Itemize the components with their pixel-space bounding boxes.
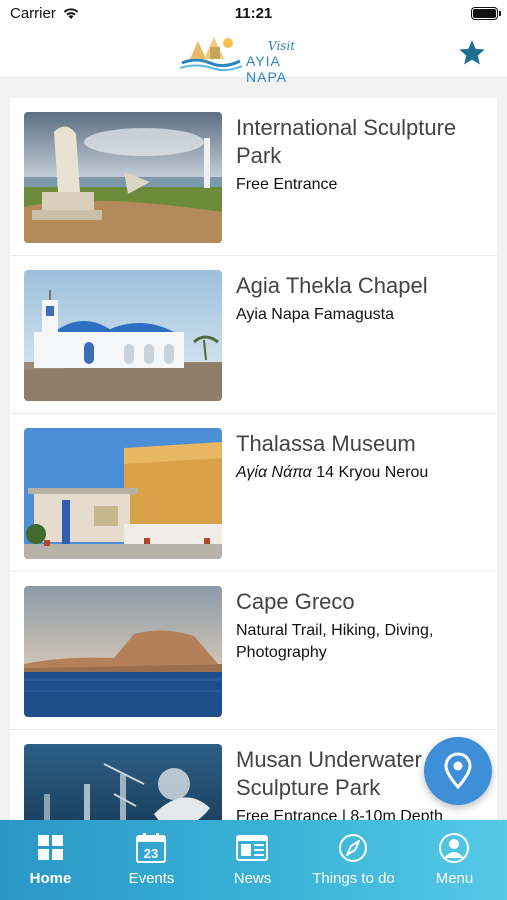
- map-pin-icon: [444, 752, 472, 790]
- place-thumbnail: [24, 586, 222, 717]
- map-view-button[interactable]: [424, 737, 492, 805]
- logo-emblem-icon: [179, 37, 243, 72]
- place-subtitle: Free Entrance: [236, 176, 338, 193]
- app-screen: Carrier 11:21 Visit AYIA NAPA Internatio…: [0, 0, 507, 900]
- place-subtitle: Natural Trail, Hiking, Diving, Photograp…: [236, 620, 488, 664]
- list-item[interactable]: Cape Greco Natural Trail, Hiking, Diving…: [10, 572, 497, 730]
- tab-news-label: News: [233, 870, 272, 887]
- logo-visit-text: Visit: [268, 39, 296, 53]
- clock-label: 11:21: [234, 5, 273, 22]
- visit-ayia-napa-logo[interactable]: Visit AYIA NAPA: [176, 33, 326, 85]
- place-title-line1: Musan Underwater: [236, 747, 422, 772]
- place-subtitle-line1: Natural Trail, Hiking, Diving,: [236, 622, 434, 639]
- app-header: Visit AYIA NAPA: [0, 30, 507, 85]
- place-thumbnail: [24, 270, 222, 401]
- user-icon: [439, 833, 469, 863]
- tab-things-to-do[interactable]: Things to do: [303, 820, 404, 900]
- place-title-line2: Sculpture Park: [236, 775, 381, 800]
- list-item[interactable]: Agia Thekla Chapel Ayia Napa Famagusta: [10, 256, 497, 414]
- list-item[interactable]: International Sculpture Park Free Entran…: [10, 98, 497, 256]
- place-title: International Sculpture Park: [236, 114, 491, 170]
- tab-news[interactable]: News: [202, 820, 303, 900]
- place-title: Thalassa Museum: [236, 431, 416, 456]
- tab-events-label: Events: [128, 870, 175, 887]
- bottom-tab-bar: Home 23 Events News Things to do Menu: [0, 820, 507, 900]
- tab-home[interactable]: Home: [0, 820, 101, 900]
- tab-menu-label: Menu: [435, 870, 474, 887]
- place-title-line2: Park: [236, 143, 282, 168]
- tab-events[interactable]: 23 Events: [101, 820, 202, 900]
- tab-home-label: Home: [29, 870, 72, 887]
- list-item[interactable]: Thalassa Museum Αγία Νάπα 14 Kryou Nerou: [10, 414, 497, 572]
- place-title-line1: International Sculpture: [236, 115, 457, 140]
- place-thumbnail: [24, 112, 222, 243]
- calendar-icon: 23: [136, 833, 166, 863]
- favorites-star-icon[interactable]: [457, 38, 487, 68]
- calendar-day: 23: [144, 846, 158, 861]
- tab-things-to-do-label: Things to do: [312, 870, 395, 887]
- place-title: Cape Greco: [236, 589, 355, 614]
- newspaper-icon: [236, 835, 268, 861]
- place-subtitle: Ayia Napa Famagusta: [236, 306, 395, 323]
- place-address: Αγία Νάπα 14 Kryou Nerou: [236, 462, 488, 484]
- place-thumbnail: [24, 428, 222, 559]
- logo-brand-text: AYIA NAPA: [246, 53, 288, 85]
- battery-icon: [471, 7, 501, 20]
- place-address-street: 14 Kryou Nerou: [316, 464, 429, 481]
- place-subtitle-line2: Photography: [236, 644, 327, 661]
- place-address-prefix: Αγία Νάπα: [236, 464, 312, 481]
- tab-menu[interactable]: Menu: [404, 820, 505, 900]
- compass-icon: [339, 834, 367, 862]
- place-title: Agia Thekla Chapel: [236, 273, 428, 298]
- grid-icon: [38, 835, 63, 860]
- status-bar: Carrier 11:21: [0, 0, 507, 30]
